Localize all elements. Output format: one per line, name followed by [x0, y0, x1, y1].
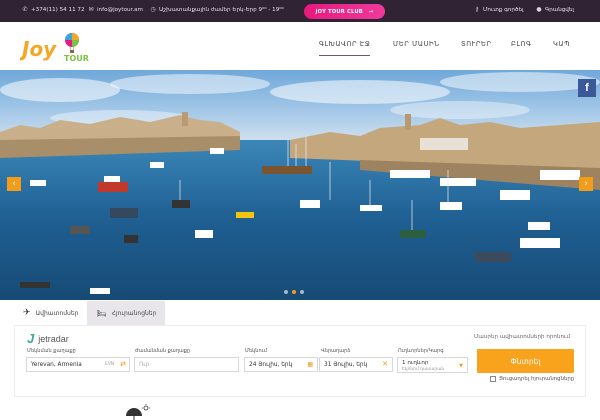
jetradar-logo: J jetradar: [27, 331, 69, 346]
return-value: 31 Յուլիս, երկ: [324, 361, 368, 368]
clear-icon[interactable]: ✕: [382, 360, 388, 368]
swap-icon[interactable]: ⇄: [120, 360, 126, 368]
nav-home[interactable]: ԳԼԽԱՎՈՐ ԷՋ: [319, 40, 371, 56]
envelope-icon: ✉: [88, 6, 94, 13]
slider-dots: [284, 290, 304, 294]
from-field[interactable]: Yerevan, Armenia EVN ⇄: [26, 357, 130, 372]
passengers-label: Ուղևորներ/Կարգ: [398, 348, 444, 354]
user-icon: ●: [536, 6, 542, 13]
arrow-right-icon: →: [368, 8, 374, 15]
slider-prev-button[interactable]: ‹: [7, 177, 21, 191]
nav-contact[interactable]: ԿԱՊ: [553, 40, 570, 56]
passengers-select[interactable]: 1 ուղևոր Էկոնոմ դասարան ▼: [397, 357, 468, 373]
login-label: Մուտք գործել: [483, 7, 524, 13]
tab-flights-label: Ավիատոմսեր: [35, 309, 79, 317]
nav-blog[interactable]: ԲԼՈԳ: [511, 40, 532, 56]
checkbox-icon[interactable]: [490, 376, 496, 382]
search-button[interactable]: Փնտրել: [477, 349, 574, 373]
return-date-field[interactable]: 31 Յուլիս, երկ ✕: [319, 357, 393, 372]
to-placeholder: Ուր: [139, 361, 150, 368]
joytour-logo[interactable]: Joy TOUR: [18, 28, 90, 64]
slider-dot[interactable]: [284, 290, 288, 294]
calendar-icon: ▦: [307, 361, 313, 368]
clock-icon: ◷: [150, 6, 156, 13]
working-hours-text: Աշխատանքային ժամեր Երկ-Երբ 9⁰⁰ - 19⁰⁰: [159, 7, 284, 13]
phone-icon: ✆: [22, 6, 28, 13]
from-value: Yerevan, Armenia: [31, 361, 82, 368]
tab-flights[interactable]: ✈ Ավիատոմսեր: [14, 301, 88, 325]
slider-dot-active[interactable]: [292, 290, 296, 294]
flight-search-link[interactable]: Մասրեր ավիատոմսերի որոնում: [474, 334, 570, 340]
from-code: EVN: [104, 362, 114, 367]
login-link[interactable]: ⚷ Մուտք գործել: [474, 6, 524, 14]
chevron-right-icon: ›: [584, 179, 588, 189]
phone-number: +374(11) 54 11 72: [31, 7, 85, 13]
nav-about[interactable]: ՄԵՐ ՄԱՍԻՆ: [393, 40, 440, 56]
to-field[interactable]: Ուր: [134, 357, 239, 372]
depart-label: Մեկնում: [245, 348, 267, 354]
phone-contact[interactable]: ✆ +374(11) 54 11 72: [22, 6, 85, 14]
hero-harbor-image: [0, 70, 600, 300]
nav-tours[interactable]: ՏՈՒՐԵՐ: [461, 40, 492, 56]
chevron-left-icon: ‹: [12, 179, 16, 189]
class-value: Էկոնոմ դասարան: [402, 367, 445, 372]
bed-icon: 🛏: [96, 308, 107, 318]
beach-umbrella-icon: [126, 404, 150, 420]
slider-next-button[interactable]: ›: [579, 177, 593, 191]
show-hotels-label: Ցուցադրել հյուրանոցները: [499, 376, 575, 382]
joy-tour-club-button[interactable]: JOY TOUR CLUB →: [304, 4, 385, 19]
main-header: Joy TOUR ԳԼԽԱՎՈՐ ԷՋ ՄԵՐ ՄԱՍԻՆ ՏՈՒՐԵՐ ԲԼՈ…: [0, 22, 600, 70]
passengers-value: 1 ուղևոր: [402, 360, 429, 366]
slider-dot[interactable]: [300, 290, 304, 294]
facebook-button[interactable]: f: [578, 79, 596, 97]
logo-joy-text: Joy: [20, 37, 57, 61]
joy-tour-club-label: JOY TOUR CLUB: [315, 8, 363, 15]
logo-tour-text: TOUR: [64, 54, 89, 63]
email-address: info@joytour.am: [97, 7, 143, 13]
return-label: Վերադարձ: [321, 348, 351, 354]
search-tabs: ✈ Ավիատոմսեր 🛏 Հյուրանոցներ: [14, 301, 166, 325]
top-bar: ✆ +374(11) 54 11 72 ✉ info@joytour.am ◷ …: [0, 0, 600, 22]
to-label: Ժամանման քաղաքը: [135, 348, 191, 354]
airplane-icon: ✈: [23, 308, 31, 318]
tab-hotels-label: Հյուրանոցներ: [111, 309, 157, 317]
register-label: Գրանցվել: [545, 7, 574, 13]
page: ✆ +374(11) 54 11 72 ✉ info@joytour.am ◷ …: [0, 0, 600, 420]
chevron-down-icon: ▼: [459, 363, 463, 369]
depart-date-field[interactable]: 24 Յուլիս, երկ ▦: [244, 357, 318, 372]
depart-value: 24 Յուլիս, երկ: [249, 361, 293, 368]
jetradar-mark-icon: J: [27, 331, 35, 346]
facebook-icon: f: [585, 82, 589, 94]
hero-slider[interactable]: ‹ › f: [0, 70, 600, 300]
register-link[interactable]: ● Գրանցվել: [536, 6, 574, 14]
email-contact[interactable]: ✉ info@joytour.am: [88, 6, 143, 14]
working-hours: ◷ Աշխատանքային ժամեր Երկ-Երբ 9⁰⁰ - 19⁰⁰: [150, 6, 284, 14]
tab-hotels[interactable]: 🛏 Հյուրանոցներ: [87, 301, 166, 325]
jetradar-name: jetradar: [38, 333, 69, 344]
key-icon: ⚷: [474, 6, 480, 13]
from-label: Մեկնման քաղաքը: [27, 348, 76, 354]
show-hotels-checkbox[interactable]: Ցուցադրել հյուրանոցները: [490, 376, 574, 382]
